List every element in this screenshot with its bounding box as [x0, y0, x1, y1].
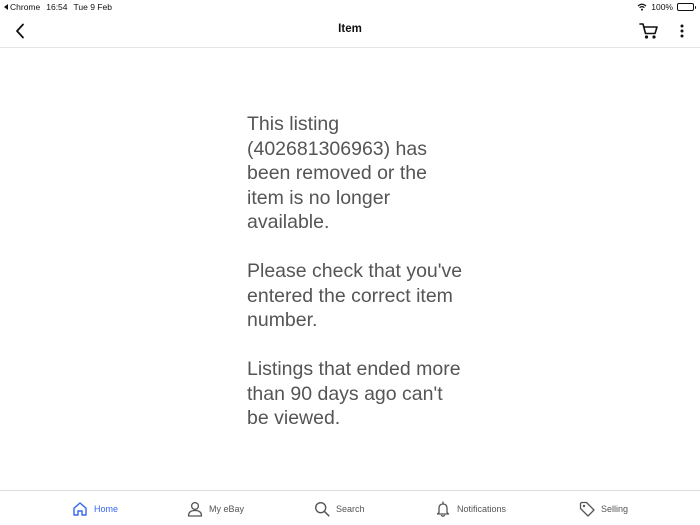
search-icon	[314, 501, 330, 517]
more-options-button[interactable]	[673, 21, 691, 41]
page-title: Item	[338, 23, 362, 35]
battery-percent: 100%	[651, 2, 673, 12]
tab-search[interactable]: Search	[314, 500, 365, 518]
main-content: This listing (402681306963) has been rem…	[0, 49, 700, 490]
bell-icon	[436, 501, 450, 517]
tab-selling[interactable]: Selling	[579, 500, 628, 518]
status-right: 100%	[637, 2, 696, 12]
home-icon	[73, 502, 87, 516]
tab-my-ebay[interactable]: My eBay	[187, 500, 244, 518]
user-icon	[187, 501, 203, 517]
nav-bar: Item	[0, 14, 700, 48]
back-app-label: Chrome	[10, 2, 41, 12]
back-triangle-icon	[4, 4, 8, 10]
message-paragraph-removed: This listing (402681306963) has been rem…	[247, 113, 427, 233]
tab-label-my-ebay: My eBay	[209, 504, 245, 514]
tab-label-notifications: Notifications	[457, 504, 507, 514]
tag-icon	[579, 501, 595, 517]
tab-home[interactable]: Home	[72, 500, 118, 518]
tab-label-home: Home	[94, 504, 119, 514]
tab-label-selling: Selling	[601, 504, 629, 514]
back-to-app-link[interactable]: Chrome	[4, 2, 40, 12]
status-time: 16:54	[46, 2, 68, 12]
bottom-tab-bar: Home My eBay Search Notifications Sellin…	[0, 490, 700, 525]
message-paragraph-ended: Listings that ended more than 90 days ag…	[247, 358, 461, 429]
wifi-icon	[637, 3, 647, 11]
tab-notifications[interactable]: Notifications	[435, 500, 506, 518]
cart-icon	[639, 23, 658, 39]
more-vertical-icon	[680, 24, 684, 38]
message-paragraph-check: Please check that you've entered the cor…	[247, 260, 463, 331]
cart-button[interactable]	[638, 21, 660, 41]
tab-label-search: Search	[336, 504, 365, 514]
status-date: Tue 9 Feb	[73, 2, 112, 12]
status-bar: Chrome 16:54 Tue 9 Feb 100%	[0, 0, 700, 14]
listing-removed-message: This listing (402681306963) has been rem…	[247, 112, 467, 455]
battery-icon	[677, 3, 696, 11]
status-left: Chrome 16:54 Tue 9 Feb	[4, 2, 112, 12]
